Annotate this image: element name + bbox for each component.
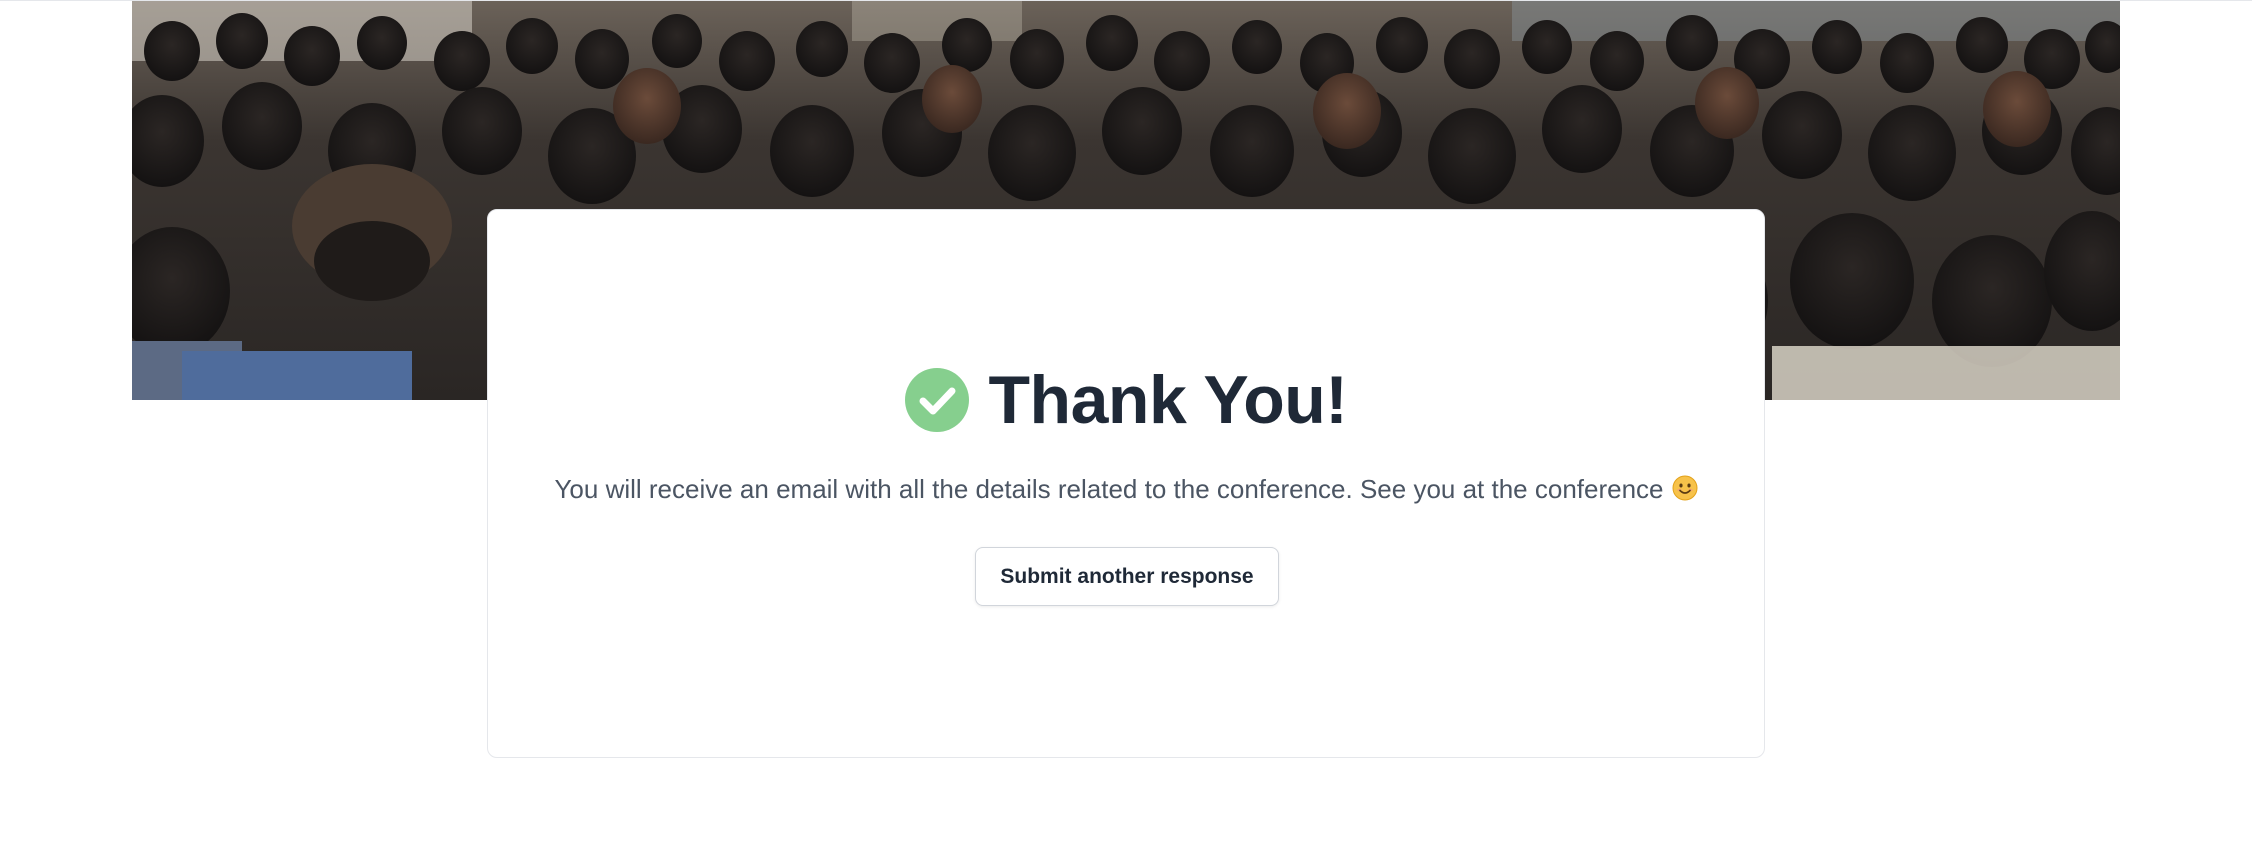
confirmation-message-text: You will receive an email with all the d… [554,474,1664,504]
submit-another-response-button[interactable]: Submit another response [975,547,1279,606]
confirmation-message: You will receive an email with all the d… [488,474,1764,505]
smiling-face-icon [1672,475,1698,501]
page-title: Thank You! [988,362,1348,438]
confirmation-card: Thank You! You will receive an email wit… [487,209,1765,758]
confirmation-heading: Thank You! [488,366,1764,434]
check-circle-icon [904,368,969,432]
